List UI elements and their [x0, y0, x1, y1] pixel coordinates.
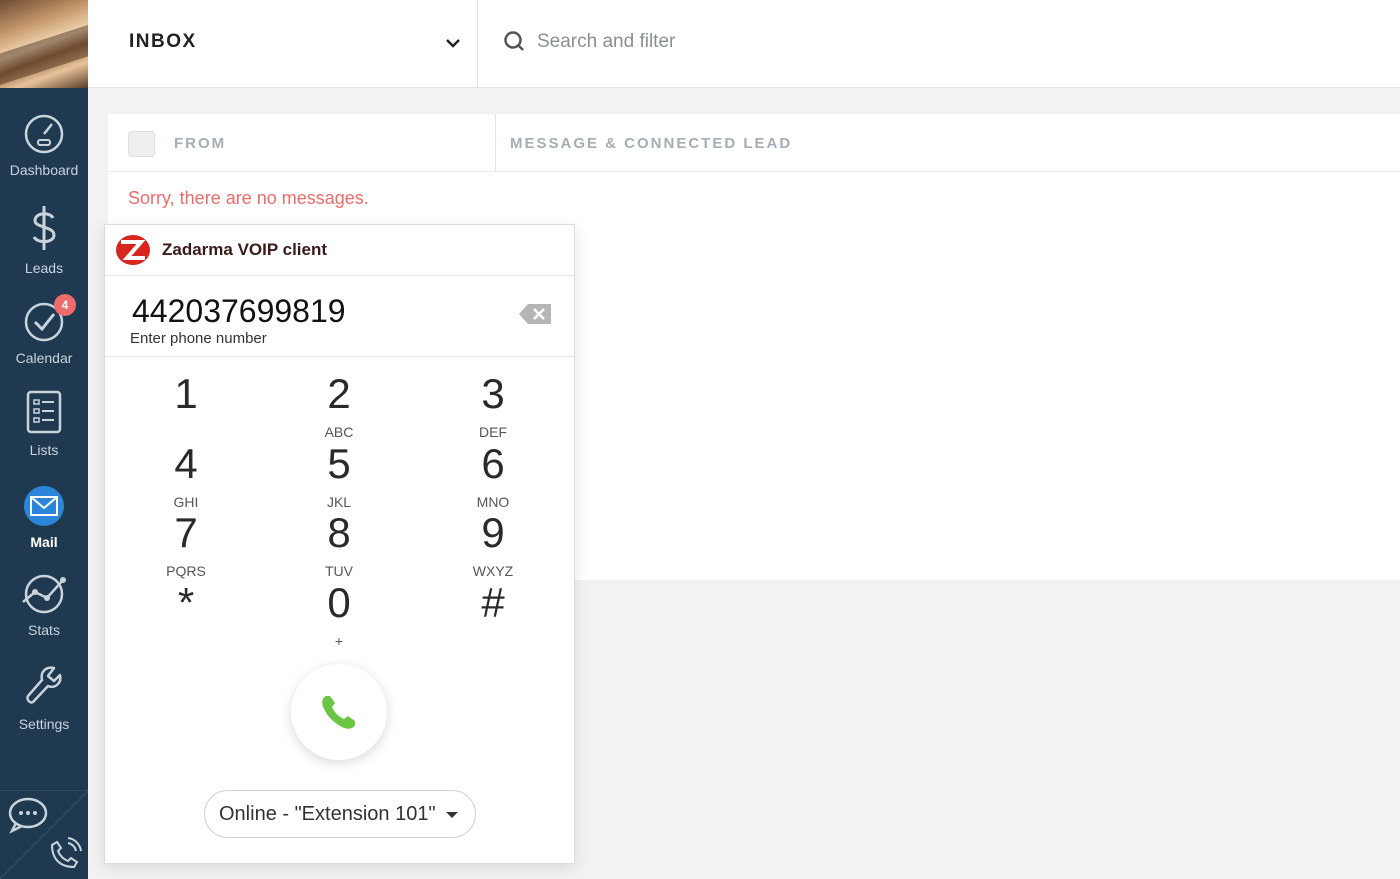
voip-dialer: Zadarma VOIP client 442037699819 Enter p… — [104, 224, 575, 864]
key-letters: TUV — [325, 563, 353, 579]
column-header-from[interactable]: FROM — [174, 135, 226, 152]
dial-key-star[interactable]: * — [131, 580, 241, 648]
dial-key-6[interactable]: 6 MNO — [438, 440, 548, 511]
call-button[interactable] — [291, 664, 387, 760]
sidebar-item-lists[interactable]: Lists — [0, 388, 88, 458]
list-icon — [26, 390, 62, 434]
key-digit: 5 — [327, 440, 351, 487]
dial-key-7[interactable]: 7 PQRS — [131, 509, 241, 580]
chat-icon[interactable] — [6, 795, 50, 835]
sidebar-item-label: Dashboard — [9, 162, 79, 178]
key-digit: # — [481, 579, 505, 626]
search-input[interactable]: Search and filter — [537, 31, 675, 53]
column-header-message[interactable]: MESSAGE & CONNECTED LEAD — [510, 135, 792, 152]
key-letters: PQRS — [166, 563, 206, 579]
dial-key-3[interactable]: 3 DEF — [438, 370, 548, 441]
inbox-selector[interactable]: INBOX — [88, 0, 478, 88]
phone-number-input[interactable]: 442037699819 — [132, 293, 346, 330]
sidebar-item-label: Mail — [30, 534, 58, 550]
voip-header: Zadarma VOIP client — [105, 225, 574, 276]
stats-icon — [22, 574, 66, 614]
key-letters: + — [334, 633, 344, 649]
key-digit: 3 — [481, 370, 505, 417]
key-digit: 9 — [481, 509, 505, 556]
sidebar-item-stats[interactable]: Stats — [0, 572, 88, 638]
dial-key-1[interactable]: 1 — [131, 371, 241, 439]
sidebar-item-label: Settings — [18, 716, 70, 732]
notification-badge: 4 — [54, 294, 76, 316]
dial-key-5[interactable]: 5 JKL — [284, 440, 394, 511]
phone-number-hint: Enter phone number — [130, 330, 267, 347]
select-all-checkbox[interactable] — [128, 131, 155, 157]
backspace-icon[interactable] — [518, 302, 554, 326]
bottom-dock — [0, 790, 88, 879]
key-digit: * — [177, 579, 195, 626]
sidebar-item-label: Stats — [28, 622, 60, 638]
status-dropdown[interactable]: Online - "Extension 101" — [204, 790, 476, 838]
sidebar-item-leads[interactable]: Leads — [0, 202, 88, 276]
table-header: FROM MESSAGE & CONNECTED LEAD — [108, 114, 1400, 172]
sidebar-item-settings[interactable]: Settings — [0, 662, 88, 732]
key-digit: 4 — [174, 440, 198, 487]
wrench-icon — [26, 666, 62, 704]
inbox-title: INBOX — [129, 31, 197, 52]
phone-icon[interactable] — [44, 835, 84, 875]
status-label: Online - "Extension 101" — [219, 803, 436, 825]
sidebar-item-label: Lists — [29, 442, 59, 458]
dollar-icon — [32, 206, 56, 250]
sidebar-item-mail[interactable]: Mail — [0, 484, 88, 550]
key-digit: 2 — [327, 370, 351, 417]
key-letters: WXYZ — [472, 563, 514, 579]
key-digit: 6 — [481, 440, 505, 487]
chevron-down-icon[interactable] — [444, 36, 462, 50]
phone-number-area: 442037699819 Enter phone number — [105, 277, 574, 357]
user-avatar[interactable] — [0, 0, 88, 88]
key-letters: ABC — [324, 424, 354, 440]
column-divider — [495, 114, 496, 172]
empty-state-message: Sorry, there are no messages. — [128, 188, 369, 208]
key-letters: DEF — [479, 424, 507, 440]
voip-title: Zadarma VOIP client — [162, 240, 328, 259]
search-bar[interactable]: Search and filter — [503, 30, 675, 54]
sidebar-item-label: Calendar — [15, 350, 73, 366]
phone-call-icon — [322, 696, 355, 729]
key-digit: 8 — [327, 509, 351, 556]
top-header: INBOX Search and filter — [88, 0, 1400, 88]
key-digit: 7 — [174, 509, 198, 556]
search-icon — [504, 31, 524, 51]
dial-key-8[interactable]: 8 TUV — [284, 509, 394, 580]
key-digit: 0 — [327, 579, 351, 626]
mail-icon — [24, 486, 64, 526]
speedometer-icon — [24, 114, 64, 154]
sidebar: Dashboard Leads 4 Calendar Lists Mail St… — [0, 0, 88, 879]
zadarma-logo-icon — [116, 235, 150, 265]
sidebar-item-dashboard[interactable]: Dashboard — [0, 112, 88, 178]
dial-key-hash[interactable]: # — [438, 580, 548, 648]
key-digit: 1 — [174, 370, 198, 417]
dial-key-4[interactable]: 4 GHI — [131, 440, 241, 511]
dial-key-9[interactable]: 9 WXYZ — [438, 509, 548, 580]
dial-key-2[interactable]: 2 ABC — [284, 370, 394, 441]
sidebar-item-calendar[interactable]: 4 Calendar — [0, 294, 88, 366]
dial-key-0[interactable]: 0 + — [284, 579, 394, 650]
caret-down-icon — [446, 812, 458, 818]
sidebar-item-label: Leads — [24, 260, 64, 276]
